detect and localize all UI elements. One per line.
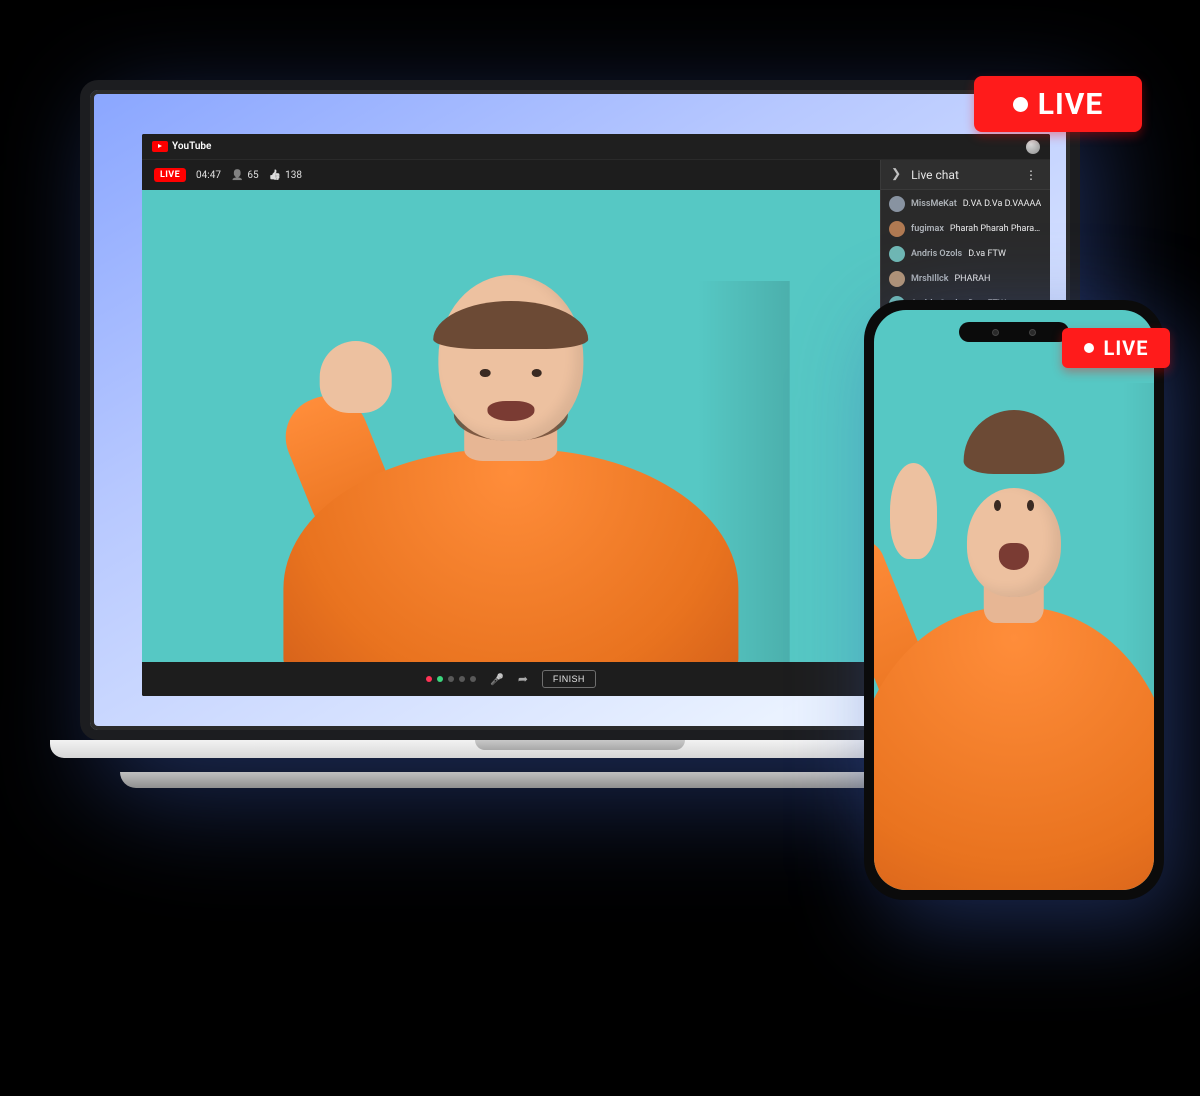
presenter-illustration xyxy=(253,261,770,662)
chat-username: MissMeKat xyxy=(911,199,957,209)
like-count-value: 138 xyxy=(285,170,302,181)
scene-dots[interactable] xyxy=(426,676,476,682)
phone-camera-icon xyxy=(992,329,999,336)
youtube-logo[interactable]: YouTube xyxy=(152,141,211,152)
video-area: LIVE 04:47 65 138 xyxy=(142,160,880,696)
youtube-logo-icon xyxy=(152,141,168,152)
account-avatar[interactable] xyxy=(1026,140,1040,154)
chat-message: Andris Ozols D.va FTW xyxy=(889,246,1042,262)
like-count: 138 xyxy=(269,170,302,181)
phone-screen[interactable] xyxy=(874,310,1154,890)
live-indicator-chip: LIVE xyxy=(154,168,186,182)
likes-icon xyxy=(269,170,281,181)
live-dot-icon xyxy=(1084,343,1094,353)
chat-avatar xyxy=(889,196,905,212)
phone-sensor-icon xyxy=(1029,329,1036,336)
mic-icon[interactable] xyxy=(490,673,504,686)
live-chat-header: ❮ Live chat ⋮ xyxy=(881,160,1050,190)
youtube-header: YouTube xyxy=(142,134,1050,160)
chat-collapse-icon[interactable]: ❮ xyxy=(891,168,901,182)
chat-message: MissMeKat D.VA D.Va D.VAAAA xyxy=(889,196,1042,212)
youtube-brand-text: YouTube xyxy=(172,141,211,152)
share-icon[interactable] xyxy=(518,672,528,686)
chat-username: Andris Ozols xyxy=(911,249,962,259)
phone-device: LIVE xyxy=(864,300,1164,900)
live-chat-title: Live chat xyxy=(911,168,959,182)
viewer-count-value: 65 xyxy=(247,170,258,181)
phone-notch xyxy=(959,322,1069,342)
chat-username: fugimax xyxy=(911,224,944,234)
live-badge-laptop: LIVE xyxy=(974,76,1142,132)
chat-text: D.VA D.Va D.VAAAA xyxy=(963,199,1042,209)
elapsed-time: 04:47 xyxy=(196,170,221,181)
chat-message: MrshIllck PHARAH xyxy=(889,271,1042,287)
chat-more-icon[interactable]: ⋮ xyxy=(1025,168,1040,182)
chat-text: PHARAH xyxy=(954,274,990,284)
live-badge-phone: LIVE xyxy=(1062,328,1170,368)
chat-text: Pharah Pharah Pharah! 👊 xyxy=(950,224,1042,234)
finish-button[interactable]: FINISH xyxy=(542,670,596,688)
chat-username: MrshIllck xyxy=(911,274,948,284)
viewer-count: 65 xyxy=(231,170,259,181)
video-bottombar: FINISH xyxy=(142,662,880,696)
presenter-illustration-phone xyxy=(874,356,1154,890)
chat-avatar xyxy=(889,246,905,262)
chat-text: D.va FTW xyxy=(968,249,1006,259)
live-dot-icon xyxy=(1013,97,1028,112)
live-badge-laptop-text: LIVE xyxy=(1038,87,1103,122)
chat-message: fugimax Pharah Pharah Pharah! 👊 xyxy=(889,221,1042,237)
chat-avatar xyxy=(889,271,905,287)
live-badge-phone-text: LIVE xyxy=(1104,336,1149,360)
live-video-frame[interactable] xyxy=(142,190,880,662)
chat-avatar xyxy=(889,221,905,237)
viewers-icon xyxy=(231,170,243,181)
video-topbar: LIVE 04:47 65 138 xyxy=(142,160,880,190)
